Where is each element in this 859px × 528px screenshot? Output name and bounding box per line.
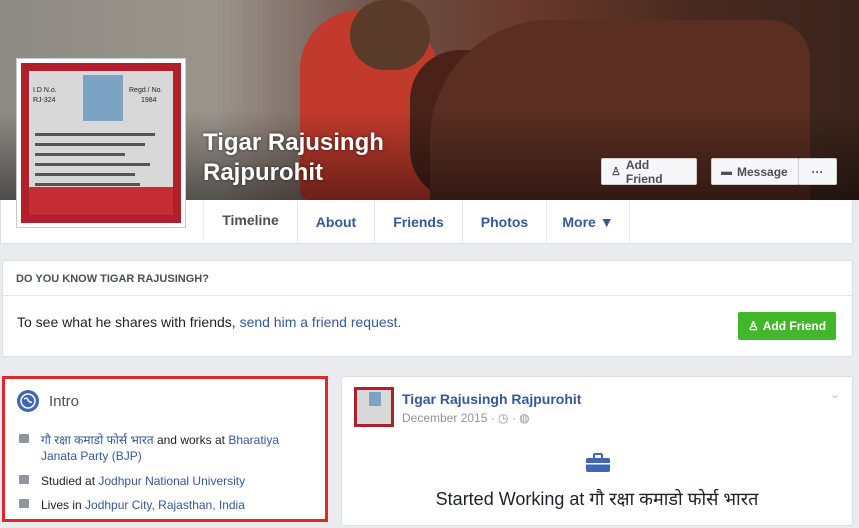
add-friend-icon: ♙ bbox=[611, 166, 621, 178]
graduation-cap-icon bbox=[19, 475, 29, 484]
friend-request-link[interactable]: send him a friend request. bbox=[240, 314, 402, 330]
regd-value: 1984 bbox=[141, 97, 157, 104]
employer-link-cont[interactable]: Janata Party (BJP) bbox=[41, 448, 142, 464]
employer-link[interactable]: Bharatiya bbox=[228, 433, 279, 447]
post-event-text: Started Working at गौ रक्षा कमाडो फोर्स … bbox=[435, 489, 759, 509]
divider bbox=[3, 295, 852, 296]
school-link[interactable]: Jodhpur National University bbox=[98, 474, 245, 488]
tab-timeline[interactable]: Timeline bbox=[203, 200, 297, 243]
regd-label: Regd / No. bbox=[129, 87, 163, 94]
briefcase-icon bbox=[19, 434, 29, 443]
id-text-line bbox=[35, 133, 155, 136]
add-friend-label: Add Friend bbox=[625, 157, 663, 186]
post-avatar[interactable] bbox=[354, 387, 394, 427]
profile-name-line2: Rajpurohit bbox=[203, 159, 323, 186]
id-card-footer bbox=[29, 187, 173, 215]
lives-prefix: Lives in bbox=[41, 498, 86, 512]
intro-work-text: गौ रक्षा कमाडो फोर्स भारत and works at B… bbox=[41, 432, 279, 448]
intro-card: Intro गौ रक्षा कमाडो फोर्स भारत and work… bbox=[2, 376, 328, 522]
chevron-down-icon[interactable]: ⌄ bbox=[830, 387, 840, 401]
timeline-post: Tigar Rajusingh Rajpurohit December 2015… bbox=[341, 376, 853, 526]
work-link[interactable]: गौ रक्षा कमाडो फोर्स भारत bbox=[41, 433, 154, 447]
studied-prefix: Studied at bbox=[41, 474, 99, 488]
intro-title: Intro bbox=[49, 393, 80, 410]
city-link[interactable]: Jodhpur City, Rajasthan, India bbox=[85, 498, 245, 512]
add-friend-green-button[interactable]: ♙ Add Friend bbox=[738, 312, 836, 340]
id-text-line bbox=[35, 163, 150, 166]
cover-person-head bbox=[350, 0, 430, 70]
profile-name-line1: Tigar Rajusingh bbox=[203, 129, 384, 156]
briefcase-icon bbox=[585, 453, 611, 473]
id-value: RJ-324 bbox=[33, 97, 56, 104]
id-label: I.D N.o. bbox=[33, 87, 57, 94]
message-icon: ▬ bbox=[721, 165, 732, 178]
add-friend-button[interactable]: ♙ Add Friend bbox=[601, 157, 697, 186]
globe-icon bbox=[17, 390, 39, 412]
message-button[interactable]: ▬ Message bbox=[711, 158, 799, 185]
id-text-line bbox=[35, 173, 135, 176]
do-you-know-title: DO YOU KNOW TIGAR RAJUSINGH? bbox=[16, 273, 209, 285]
id-card-photo bbox=[83, 75, 123, 121]
post-date[interactable]: December 2015 · ◷ · ◍ bbox=[402, 411, 530, 425]
post-author-link[interactable]: Tigar Rajusingh Rajpurohit bbox=[402, 391, 581, 407]
id-card-image: I.D N.o. RJ-324 Regd / No. 1984 bbox=[21, 63, 181, 223]
add-friend-green-label: Add Friend bbox=[762, 319, 827, 333]
do-you-know-text: To see what he shares with friends, send… bbox=[17, 314, 401, 330]
tab-about[interactable]: About bbox=[297, 200, 374, 243]
more-options-button[interactable]: ··· bbox=[798, 158, 837, 185]
id-text-line bbox=[35, 183, 140, 186]
profile-picture[interactable]: I.D N.o. RJ-324 Regd / No. 1984 bbox=[16, 58, 186, 228]
tab-friends[interactable]: Friends bbox=[374, 200, 462, 243]
intro-lives-text: Lives in Jodhpur City, Rajasthan, India bbox=[41, 497, 245, 513]
tab-photos[interactable]: Photos bbox=[462, 200, 546, 243]
id-text-line bbox=[35, 153, 125, 156]
work-mid-text: and works at bbox=[153, 433, 229, 447]
intro-studied-text: Studied at Jodhpur National University bbox=[41, 473, 245, 489]
tab-more[interactable]: More ▼ bbox=[546, 200, 630, 243]
message-label: Message bbox=[737, 164, 788, 179]
do-you-know-prefix: To see what he shares with friends, bbox=[17, 314, 240, 330]
home-icon bbox=[19, 499, 29, 508]
add-friend-icon: ♙ bbox=[747, 319, 759, 333]
post-avatar-photo bbox=[369, 392, 381, 406]
profile-name[interactable]: Tigar Rajusingh Rajpurohit bbox=[203, 128, 384, 188]
id-text-line bbox=[35, 143, 145, 146]
